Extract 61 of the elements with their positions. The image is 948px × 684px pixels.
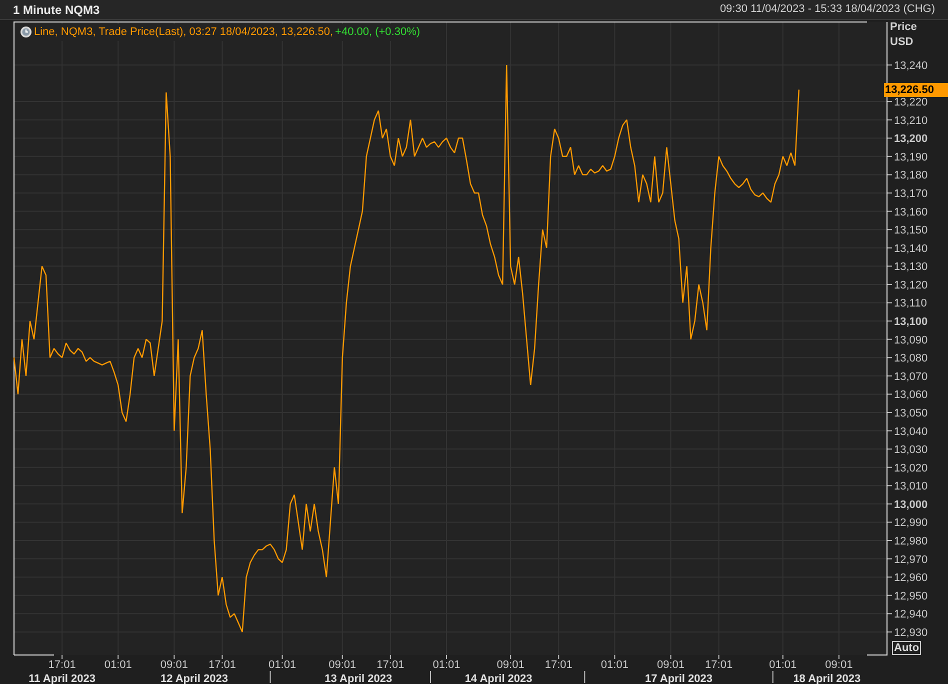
x-tick-label: 17:01 <box>48 659 76 671</box>
y-tick-label: 13,120 <box>894 279 928 292</box>
y-tick-label: 13,220 <box>894 96 928 109</box>
x-tick-label: 01:01 <box>268 659 296 671</box>
legend-text: Line, NQM3, Trade Price(Last), 03:27 18/04/2023, 13,226.50, <box>34 25 334 40</box>
y-tick-label: 13,180 <box>894 170 928 182</box>
price-change: +40.00, (+0.30%) <box>335 25 420 40</box>
y-tick-label: 13,060 <box>894 389 928 402</box>
y-tick-label: 13,050 <box>894 407 928 420</box>
clock-icon[interactable] <box>20 26 32 38</box>
date-label: 18 April 2023 <box>793 673 861 684</box>
y-tick-label: 13,170 <box>894 188 928 200</box>
x-tick-label: 17:01 <box>208 659 236 671</box>
axis-unit: USD <box>890 35 914 50</box>
x-tick-label: 17:01 <box>376 659 404 671</box>
x-tick-label: 01:01 <box>769 659 797 671</box>
chart-title: 1 Minute NQM3 <box>13 2 100 18</box>
y-tick-label: 13,140 <box>894 242 928 255</box>
axis-title: Price <box>890 20 917 35</box>
y-tick-label: 12,940 <box>894 608 928 621</box>
x-tick-label: 01:01 <box>600 659 628 671</box>
date-range: 09:30 11/04/2023 - 15:33 18/04/2023 (CHG) <box>720 2 935 18</box>
y-tick-label: 13,080 <box>894 352 928 365</box>
y-tick-label: 13,160 <box>894 206 928 218</box>
x-tick-label: 09:01 <box>496 659 524 671</box>
y-tick-label: 12,930 <box>894 626 928 639</box>
y-tick-label: 13,130 <box>894 261 928 274</box>
y-tick-label: 12,990 <box>894 517 928 530</box>
auto-button[interactable]: Auto <box>892 641 922 655</box>
x-tick-label: 09:01 <box>328 659 356 671</box>
y-tick-label: 13,000 <box>894 498 928 511</box>
y-tick-label: 13,100 <box>894 316 928 328</box>
date-label: 14 April 2023 <box>464 673 532 684</box>
y-tick-label: 13,010 <box>894 480 928 493</box>
date-label: 13 April 2023 <box>324 673 392 684</box>
date-label: 11 April 2023 <box>28 673 96 684</box>
y-tick-label: 13,240 <box>894 60 928 72</box>
y-tick-label: 12,950 <box>894 590 928 602</box>
y-tick-label: 13,190 <box>894 151 928 164</box>
last-price-label: 13,226.50 <box>884 82 948 97</box>
x-tick-label: 17:01 <box>544 659 572 671</box>
y-tick-label: 13,150 <box>894 224 928 237</box>
x-tick-label: 17:01 <box>705 659 733 671</box>
x-tick-label: 09:01 <box>656 659 685 671</box>
x-tick-label: 01:01 <box>432 659 460 671</box>
x-tick-label: 09:01 <box>825 659 853 671</box>
y-tick-label: 13,210 <box>894 114 928 127</box>
y-tick-label: 12,960 <box>894 572 928 584</box>
y-tick-label: 13,040 <box>894 426 928 438</box>
y-tick-label: 13,020 <box>894 462 928 474</box>
y-tick-label: 13,090 <box>894 334 928 346</box>
y-tick-label: 12,980 <box>894 536 928 548</box>
y-tick-label: 12,970 <box>894 554 928 566</box>
x-tick-label: 09:01 <box>160 659 188 671</box>
date-label: 17 April 2023 <box>645 673 712 684</box>
x-tick-label: 01:01 <box>104 659 132 671</box>
date-label: 12 April 2023 <box>160 673 228 684</box>
y-tick-label: 13,030 <box>894 444 928 456</box>
y-tick-label: 13,200 <box>894 133 928 146</box>
y-tick-label: 13,070 <box>894 370 928 383</box>
y-tick-label: 13,110 <box>894 298 927 310</box>
